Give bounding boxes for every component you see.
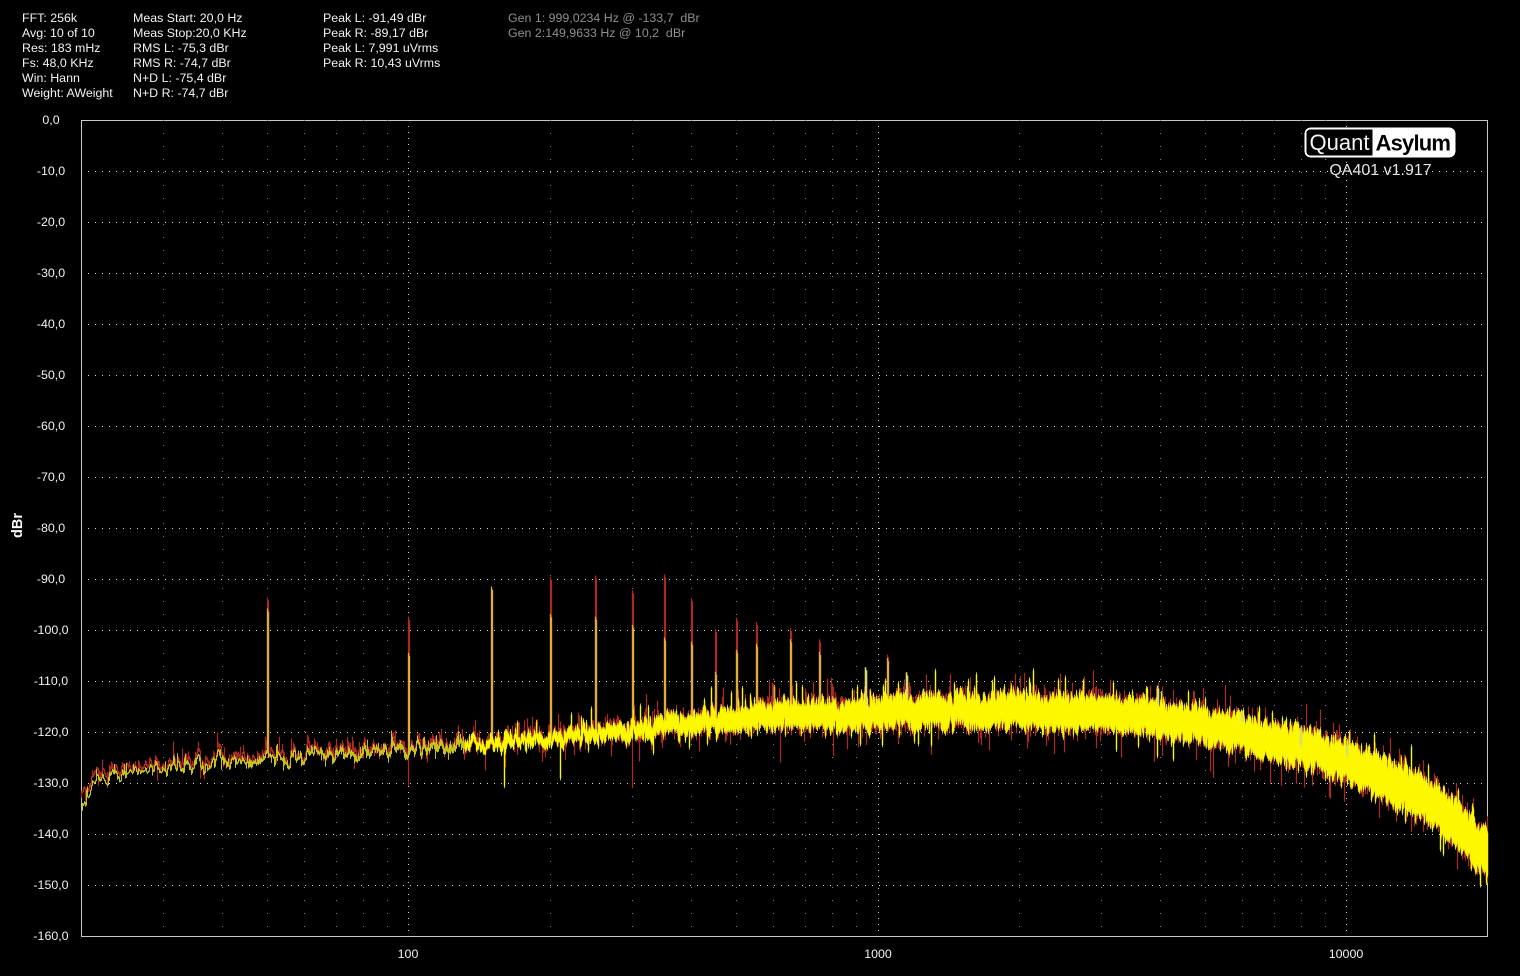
svg-text:Peak R: -89,17 dBr: Peak R: -89,17 dBr [323,26,428,40]
svg-text:Peak R: 10,43 uVrms: Peak R: 10,43 uVrms [323,56,440,70]
svg-text:-20,0: -20,0 [37,215,65,229]
svg-text:-50,0: -50,0 [37,368,65,382]
svg-text:Quant: Quant [1310,130,1370,155]
svg-text:dBr: dBr [10,513,26,538]
svg-text:FFT: 256k: FFT: 256k [22,11,78,25]
svg-text:-140,0: -140,0 [33,827,68,841]
svg-text:-110,0: -110,0 [34,674,68,688]
svg-text:10000: 10000 [1329,947,1364,961]
svg-text:-90,0: -90,0 [37,572,65,586]
svg-text:Peak L: -91,49 dBr: Peak L: -91,49 dBr [323,11,426,25]
svg-text:-40,0: -40,0 [37,317,65,331]
svg-text:Gen 2:149,9633 Hz @ 10,2 dBr: Gen 2:149,9633 Hz @ 10,2 dBr [508,26,685,40]
svg-text:Peak L: 7,991 uVrms: Peak L: 7,991 uVrms [323,41,438,55]
svg-text:Gen 1: 999,0234 Hz @ -133,7 d: Gen 1: 999,0234 Hz @ -133,7 dBr [508,11,700,25]
svg-text:-100,0: -100,0 [33,623,68,637]
svg-text:Fs: 48,0 KHz: Fs: 48,0 KHz [22,56,94,70]
svg-text:Res: 183 mHz: Res: 183 mHz [22,41,101,55]
svg-text:RMS R: -74,7 dBr: RMS R: -74,7 dBr [133,56,231,70]
svg-text:Avg: 10 of 10: Avg: 10 of 10 [22,26,95,40]
svg-text:0,0: 0,0 [42,113,59,127]
svg-text:100: 100 [398,947,419,961]
svg-text:-160,0: -160,0 [33,929,68,943]
svg-text:-150,0: -150,0 [33,878,68,892]
svg-text:-70,0: -70,0 [37,470,65,484]
svg-text:-60,0: -60,0 [37,419,65,433]
svg-text:-120,0: -120,0 [33,725,68,739]
svg-text:RMS L: -75,3 dBr: RMS L: -75,3 dBr [133,41,229,55]
svg-text:Meas Start: 20,0 Hz: Meas Start: 20,0 Hz [133,11,243,25]
svg-text:-80,0: -80,0 [37,521,65,535]
svg-text:Asylum: Asylum [1376,131,1451,156]
svg-text:-10,0: -10,0 [37,164,65,178]
svg-text:-30,0: -30,0 [37,266,65,280]
svg-text:N+D R: -74,7 dBr: N+D R: -74,7 dBr [133,86,228,100]
svg-text:1000: 1000 [864,947,892,961]
svg-text:Meas Stop:20,0 KHz: Meas Stop:20,0 KHz [133,26,247,40]
svg-text:Weight: AWeight: Weight: AWeight [22,86,113,100]
svg-text:N+D L: -75,4 dBr: N+D L: -75,4 dBr [133,71,226,85]
svg-text:QA401 v1.917: QA401 v1.917 [1329,162,1431,179]
svg-text:-130,0: -130,0 [33,776,68,790]
svg-text:Win: Hann: Win: Hann [22,71,80,85]
